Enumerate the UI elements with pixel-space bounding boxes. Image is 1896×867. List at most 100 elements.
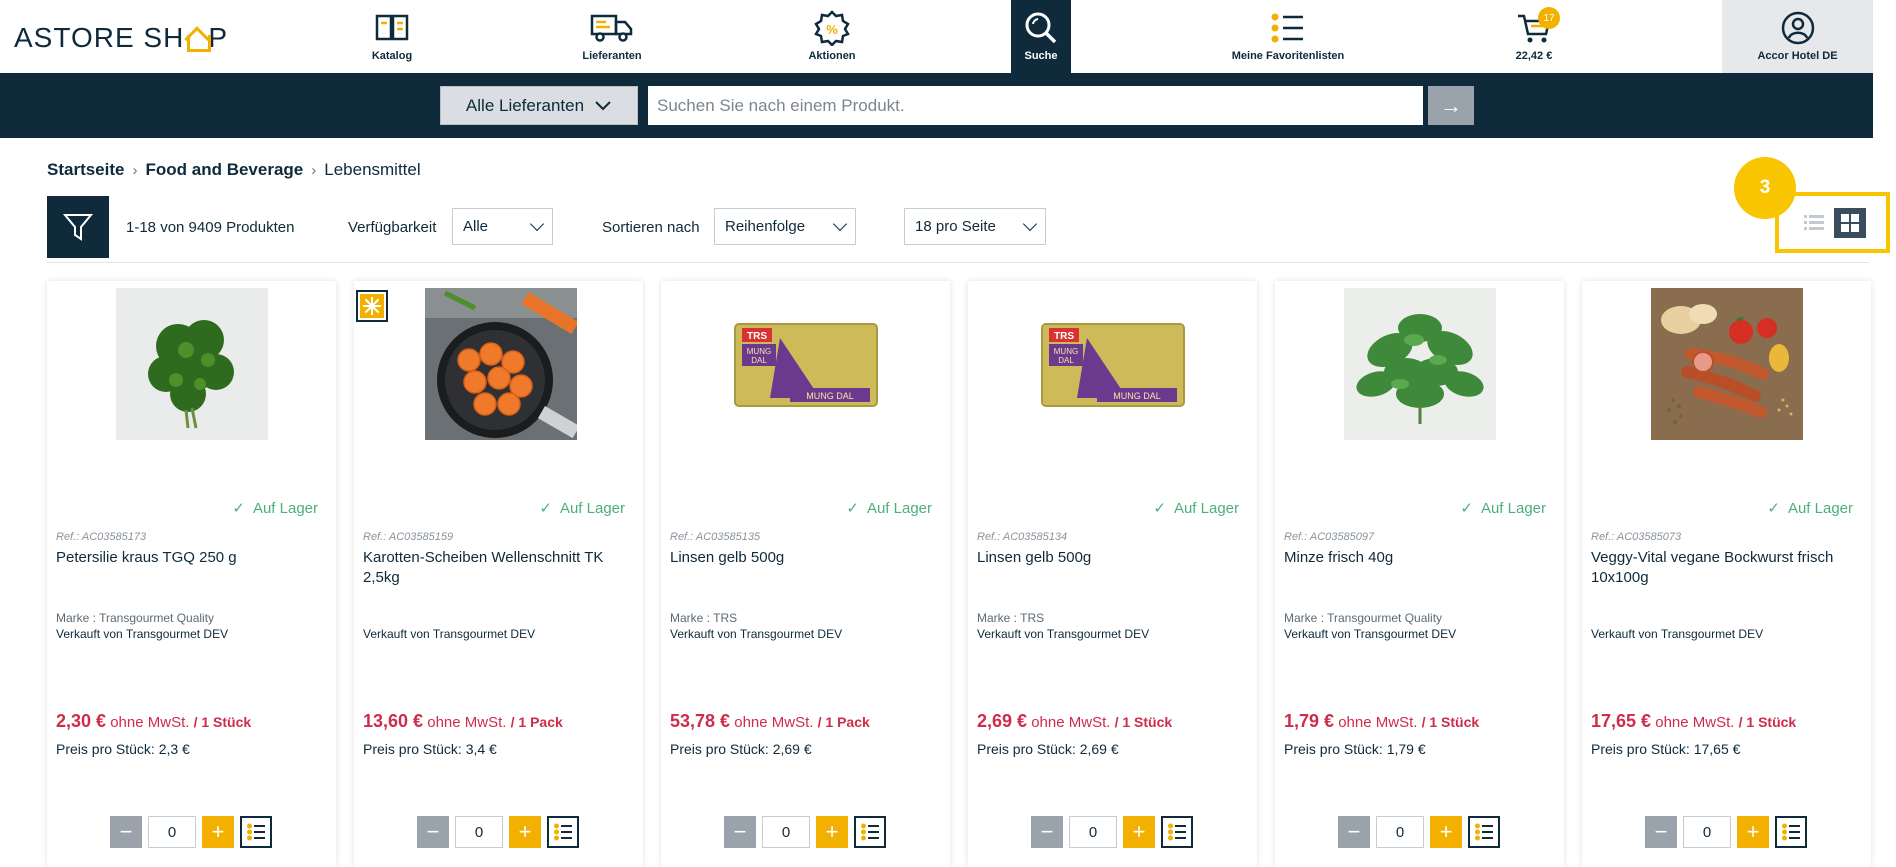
breadcrumb-home[interactable]: Startseite <box>47 160 124 180</box>
svg-text:MUNG DAL: MUNG DAL <box>1113 391 1161 401</box>
stock-status-label: Auf Lager <box>1480 499 1546 517</box>
add-to-favorites-button[interactable] <box>1161 816 1193 848</box>
quantity-stepper: − + <box>1338 816 1500 848</box>
sort-select[interactable]: Reihenfolge <box>714 208 856 245</box>
quantity-increase-button[interactable]: + <box>509 816 541 848</box>
nav-favoriten[interactable]: Meine Favoritenlisten <box>1220 0 1356 73</box>
quantity-stepper: − + <box>110 816 272 848</box>
price-tax-note: ohne MwSt. <box>1027 714 1115 731</box>
user-icon <box>1776 10 1820 46</box>
quantity-stepper: − + <box>417 816 579 848</box>
nav-account[interactable]: Accor Hotel DE <box>1722 0 1873 73</box>
quantity-input[interactable] <box>1683 816 1731 848</box>
price-amount: 53,78 € <box>670 711 731 731</box>
quantity-increase-button[interactable]: + <box>202 816 234 848</box>
add-to-favorites-button[interactable] <box>854 816 886 848</box>
product-ref: Ref.: AC03585073 <box>1591 531 1682 543</box>
chevron-down-icon <box>529 216 545 232</box>
price-tax-note: ohne MwSt. <box>1651 714 1739 731</box>
quantity-input[interactable] <box>455 816 503 848</box>
nav-suche[interactable]: Suche <box>1011 0 1071 73</box>
favorites-list-icon <box>1782 823 1800 841</box>
breadcrumb-current: Lebensmittel <box>324 160 421 179</box>
sort-label: Sortieren nach <box>602 219 700 236</box>
product-card[interactable]: ✓ Auf Lager Ref.: AC03585159 Karotten-Sch… <box>354 281 643 867</box>
stock-status-label: Auf Lager <box>1787 499 1853 517</box>
product-name[interactable]: Petersilie kraus TGQ 250 g <box>56 548 326 568</box>
quantity-input[interactable] <box>1069 816 1117 848</box>
nav-aktionen[interactable]: % Aktionen <box>796 0 868 73</box>
stock-status: ✓ Auf Lager <box>1153 499 1239 518</box>
product-name[interactable]: Linsen gelb 500g <box>670 548 940 568</box>
quantity-increase-button[interactable]: + <box>816 816 848 848</box>
svg-text:%: % <box>826 22 838 37</box>
checkmark-icon: ✓ <box>232 500 245 517</box>
cart-total: 22,42 € <box>1515 50 1553 62</box>
product-card[interactable]: ✓ Auf Lager Ref.: AC03585097 Minze frisch… <box>1275 281 1564 867</box>
quantity-increase-button[interactable]: + <box>1737 816 1769 848</box>
per-page-select[interactable]: 18 pro Seite <box>904 208 1046 245</box>
product-name[interactable]: Linsen gelb 500g <box>977 548 1247 568</box>
price-unit: / 1 Stück <box>193 714 252 730</box>
product-card[interactable]: TRS MUNG DAL MUNG DAL ✓ Auf Lager Ref.: AC03… <box>968 281 1257 867</box>
list-view-button[interactable] <box>1798 208 1830 238</box>
price-tax-note: ohne MwSt. <box>106 714 194 731</box>
chevron-down-icon <box>595 100 611 110</box>
filter-button[interactable] <box>47 196 109 258</box>
search-submit-button[interactable]: → <box>1428 86 1474 125</box>
quantity-stepper: − + <box>1645 816 1807 848</box>
site-logo[interactable]: ASTORE SH P <box>14 22 228 54</box>
grid-view-button[interactable] <box>1834 208 1866 238</box>
product-name[interactable]: Karotten-Scheiben Wellenschnitt TK 2,5kg <box>363 548 633 588</box>
add-to-favorites-button[interactable] <box>1775 816 1807 848</box>
price-tax-note: ohne MwSt. <box>1334 714 1422 731</box>
supplier-dropdown[interactable]: Alle Lieferanten <box>440 86 638 125</box>
quantity-increase-button[interactable]: + <box>1430 816 1462 848</box>
product-card[interactable]: ✓ Auf Lager Ref.: AC03585173 Petersilie k… <box>47 281 336 867</box>
availability-select[interactable]: Alle <box>452 208 553 245</box>
price-amount: 1,79 € <box>1284 711 1335 731</box>
quantity-increase-button[interactable]: + <box>1123 816 1155 848</box>
product-name[interactable]: Veggy-Vital vegane Bockwurst frisch 10x1… <box>1591 548 1861 588</box>
checkmark-icon: ✓ <box>1153 500 1166 517</box>
product-card[interactable]: TRS MUNG DAL MUNG DAL ✓ Auf Lager Ref.: AC03… <box>661 281 950 867</box>
quantity-input[interactable] <box>762 816 810 848</box>
quantity-decrease-button[interactable]: − <box>110 816 142 848</box>
unit-price: Preis pro Stück: 2,69 € <box>977 741 1119 757</box>
product-ref: Ref.: AC03585159 <box>363 531 454 543</box>
add-to-favorites-button[interactable] <box>547 816 579 848</box>
product-image-vegan-sausage[interactable] <box>1651 288 1803 440</box>
quantity-decrease-button[interactable]: − <box>1338 816 1370 848</box>
per-page-value: 18 pro Seite <box>915 218 996 235</box>
product-image-carrots[interactable] <box>425 288 577 440</box>
favorites-list-icon <box>1168 823 1186 841</box>
product-image-mint[interactable] <box>1344 288 1496 440</box>
nav-suche-label: Suche <box>1024 50 1058 62</box>
nav-katalog[interactable]: Katalog <box>356 0 428 73</box>
nav-cart[interactable]: 17 22,42 € <box>1500 0 1568 73</box>
breadcrumb-category[interactable]: Food and Beverage <box>145 160 303 180</box>
list-view-icon <box>1804 215 1824 230</box>
quantity-decrease-button[interactable]: − <box>417 816 449 848</box>
frozen-snowflake-icon <box>356 290 388 322</box>
product-card[interactable]: ✓ Auf Lager Ref.: AC03585073 Veggy-Vital … <box>1582 281 1871 867</box>
product-name[interactable]: Minze frisch 40g <box>1284 548 1554 568</box>
chevron-down-icon <box>1022 216 1038 232</box>
unit-price: Preis pro Stück: 3,4 € <box>363 741 497 757</box>
product-image-lentils[interactable]: TRS MUNG DAL MUNG DAL <box>730 288 882 440</box>
nav-lieferanten[interactable]: Lieferanten <box>574 0 650 73</box>
price-amount: 17,65 € <box>1591 711 1652 731</box>
product-image-lentils[interactable]: TRS MUNG DAL MUNG DAL <box>1037 288 1189 440</box>
quantity-decrease-button[interactable]: − <box>724 816 756 848</box>
add-to-favorites-button[interactable] <box>1468 816 1500 848</box>
quantity-decrease-button[interactable]: − <box>1031 816 1063 848</box>
search-input[interactable] <box>648 86 1423 125</box>
svg-text:TRS: TRS <box>1054 331 1074 342</box>
product-seller: Verkauft von Transgourmet DEV <box>670 627 843 641</box>
quantity-input[interactable] <box>1376 816 1424 848</box>
product-image-parsley[interactable] <box>116 288 268 440</box>
breadcrumb: Startseite › Food and Beverage › Lebensm… <box>47 160 421 180</box>
add-to-favorites-button[interactable] <box>240 816 272 848</box>
quantity-input[interactable] <box>148 816 196 848</box>
quantity-decrease-button[interactable]: − <box>1645 816 1677 848</box>
